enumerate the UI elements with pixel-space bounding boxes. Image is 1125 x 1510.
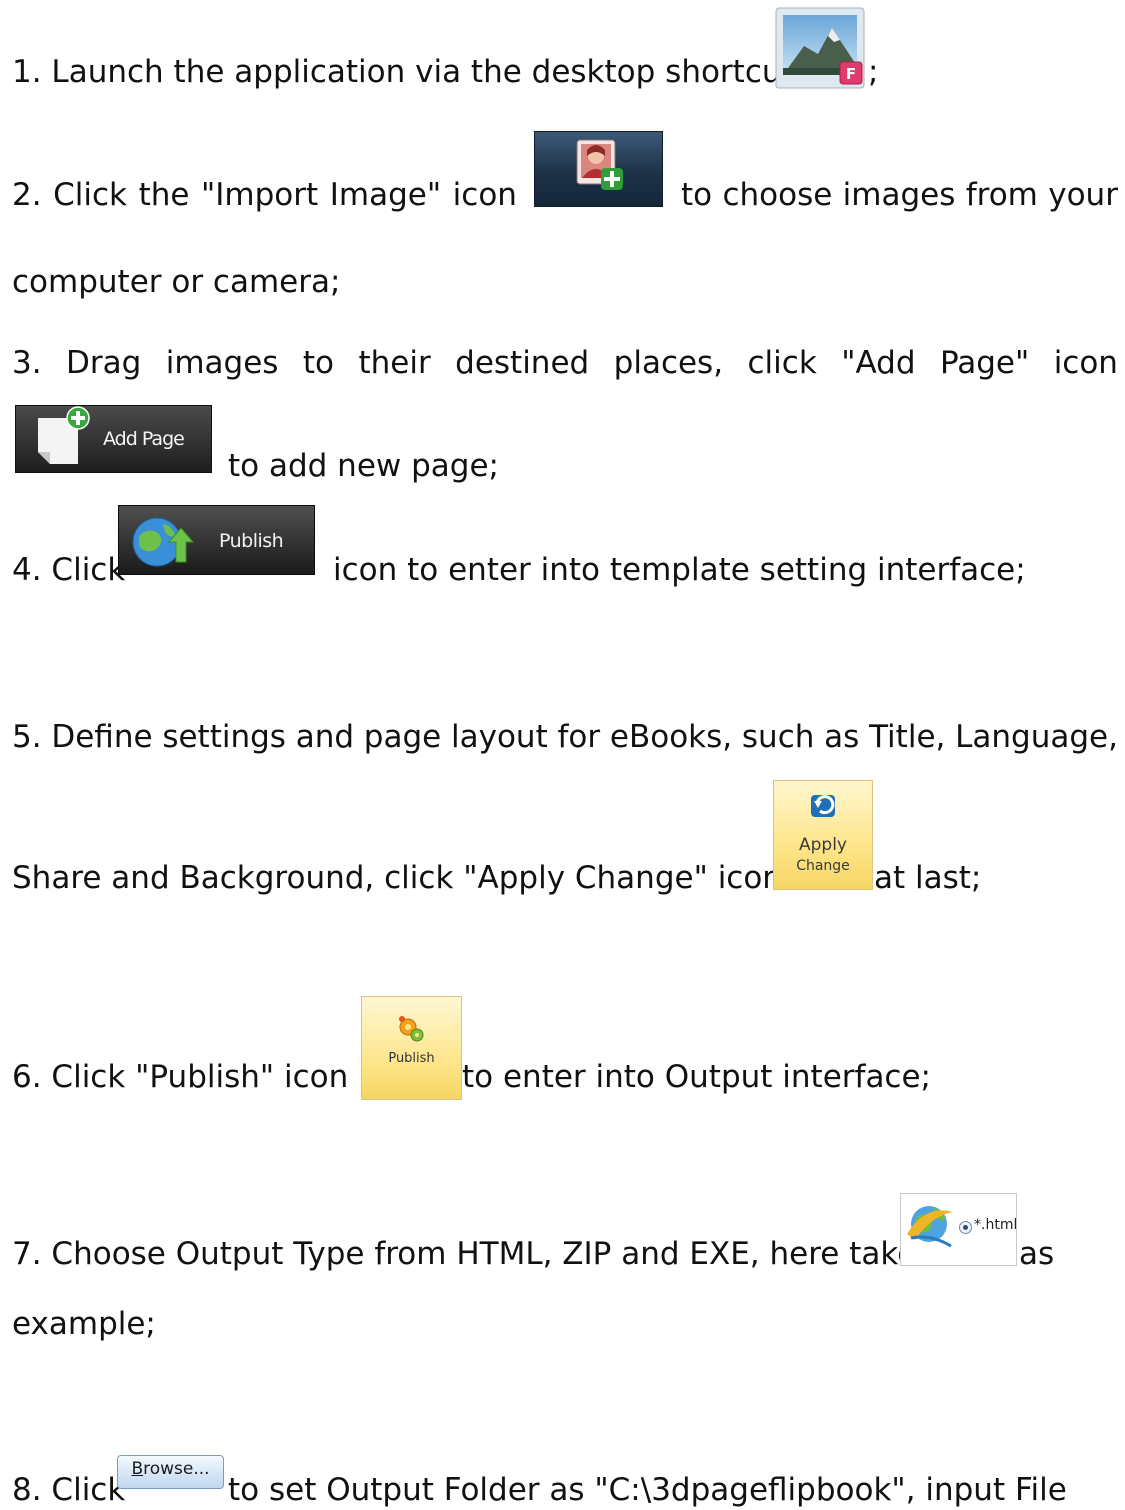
step-3-word: to	[302, 345, 335, 381]
step-3-word: destined	[455, 345, 590, 381]
step-1-text: 1. Launch the application via the deskto…	[12, 52, 794, 92]
apply-label-line-2: Change	[796, 858, 850, 874]
step-3-text: 3. Drag images to their destined places,…	[12, 343, 1118, 383]
step-3-word: click	[747, 345, 817, 381]
step-7-before-text: 7. Choose Output Type from HTML, ZIP and…	[12, 1236, 917, 1272]
html-radio-button[interactable]	[959, 1221, 972, 1234]
desktop-shortcut-icon[interactable]: F	[774, 6, 866, 91]
step-5-line-2-text: Share and Background, click "Apply Chang…	[12, 860, 782, 896]
step-5-word: Title,	[869, 719, 946, 755]
step-5-word: Define	[51, 719, 153, 755]
step-2-continuation: to choose images from your	[681, 175, 1118, 215]
step-8-after-text: to set Output Folder as "C:\3dpageflipbo…	[228, 1472, 1067, 1508]
step-5-word: eBooks,	[609, 719, 733, 755]
step-8-before-text: 8. Click	[12, 1472, 126, 1508]
step-5-word: Language,	[955, 719, 1118, 755]
browse-button[interactable]: Browse...	[117, 1455, 224, 1489]
step-3-after-text: to add new page;	[228, 448, 499, 484]
publish-button-dark[interactable]: Publish	[118, 505, 315, 575]
step-5-word: settings	[162, 719, 286, 755]
step-5-word: layout	[451, 719, 548, 755]
step-2-intro: 2. Click the "Import Image" icon	[12, 175, 517, 215]
step-2-word: from	[965, 177, 1038, 213]
step-2-word: to	[681, 177, 713, 213]
step-3-continuation: to add new page;	[228, 446, 499, 486]
step-7-continuation: as	[1019, 1234, 1054, 1274]
step-6-before-text: 6. Click "Publish" icon	[12, 1059, 349, 1095]
step-5-word: 5.	[12, 719, 42, 755]
step-5-word: page	[363, 719, 442, 755]
step-2-word: your	[1048, 177, 1118, 213]
step-3-word: Drag	[66, 345, 142, 381]
publish-dark-label: Publish	[219, 530, 284, 552]
step-6-before: 6. Click "Publish" icon	[12, 1057, 348, 1097]
add-page-label: Add Page	[103, 428, 185, 450]
apply-change-button[interactable]: Apply Change	[773, 780, 873, 890]
browse-label: Browse...	[131, 1459, 210, 1479]
step-1-label: 1. Launch the application via the deskto…	[12, 54, 794, 90]
step-4-after-text: icon to enter into template setting inte…	[333, 552, 1026, 588]
step-6-continuation: to enter into Output interface;	[462, 1057, 931, 1097]
publish-button-yellow[interactable]: Publish	[361, 996, 462, 1100]
step-3-word: "Add	[841, 345, 916, 381]
step-8-before: 8. Click	[12, 1470, 125, 1510]
step-3-word: Page"	[939, 345, 1030, 381]
step-3-word: their	[358, 345, 431, 381]
step-5-word: for	[557, 719, 601, 755]
html-output-option[interactable]: *.html	[900, 1193, 1017, 1266]
step-4-before-text: 4. Click	[12, 552, 126, 588]
step-2-line-2-text: computer or camera;	[12, 264, 341, 300]
step-1-semicolon: ;	[868, 54, 879, 90]
step-2-line-2: computer or camera;	[12, 262, 340, 302]
step-4-before: 4. Click	[12, 550, 125, 590]
step-3-word: 3.	[12, 345, 42, 381]
step-2-word: choose	[722, 177, 833, 213]
step-2-word: Click	[53, 177, 128, 213]
step-3-word: icon	[1053, 345, 1118, 381]
html-option-label: *.html	[974, 1217, 1017, 1233]
svg-text:F: F	[846, 65, 856, 83]
step-2-word: Image"	[329, 177, 442, 213]
step-5-word: as	[824, 719, 860, 755]
step-2-word: 2.	[12, 177, 42, 213]
step-2-word: images	[842, 177, 956, 213]
step-5-line-2: Share and Background, click "Apply Chang…	[12, 858, 782, 898]
step-5-continuation: at last;	[874, 858, 981, 898]
step-5-after-text: at last;	[874, 860, 982, 896]
step-5-word: and	[295, 719, 355, 755]
step-2-word: the	[138, 177, 190, 213]
add-page-button[interactable]: Add Page	[15, 405, 212, 473]
step-7-after-text: as	[1019, 1236, 1055, 1272]
step-6-after-text: to enter into Output interface;	[462, 1059, 931, 1095]
step-4-continuation: icon to enter into template setting inte…	[333, 550, 1026, 590]
step-2-word: "Import	[201, 177, 319, 213]
step-5-text: 5. Define settings and page layout for e…	[12, 717, 1118, 757]
step-8-continuation: to set Output Folder as "C:\3dpageflipbo…	[228, 1470, 1067, 1510]
step-2-word: icon	[452, 177, 517, 213]
step-3-word: images	[165, 345, 279, 381]
step-3-word: places,	[613, 345, 724, 381]
apply-label-line-1: Apply	[799, 835, 847, 855]
step-1-suffix: ;	[868, 52, 878, 92]
step-7-line-2-text: example;	[12, 1306, 156, 1342]
publish-yellow-label: Publish	[388, 1051, 435, 1066]
step-7-line-2: example;	[12, 1304, 156, 1344]
step-7-before: 7. Choose Output Type from HTML, ZIP and…	[12, 1234, 916, 1274]
import-image-icon[interactable]	[534, 131, 663, 207]
step-5-word: such	[741, 719, 815, 755]
